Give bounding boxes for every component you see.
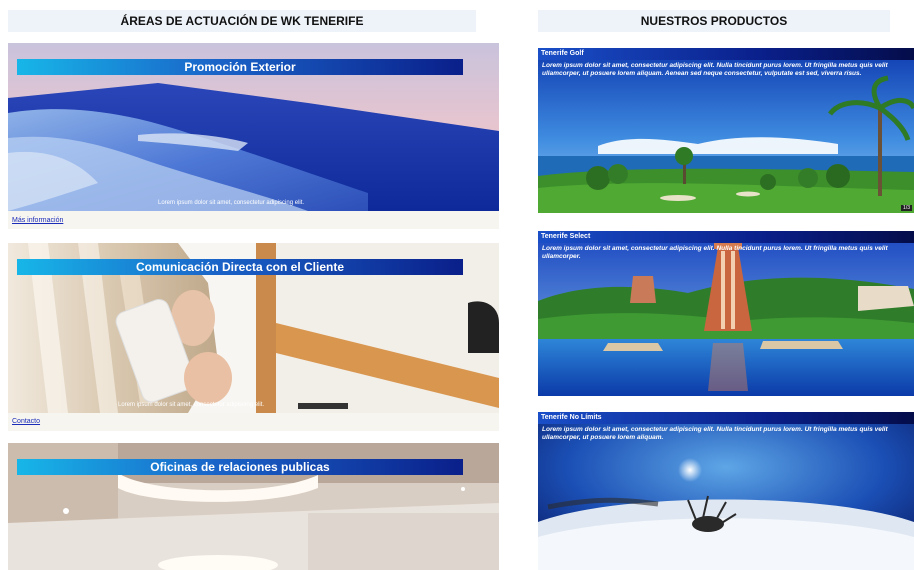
product-title: Tenerife Golf [538, 48, 914, 60]
product-title: Tenerife No Límits [538, 412, 914, 424]
area-card-oficinas-relaciones[interactable]: Oficinas de relaciones publicas [8, 443, 499, 570]
product-card-tenerife-select[interactable]: Tenerife Select Lorem ipsum dolor sit am… [538, 231, 914, 396]
link-bar [8, 413, 499, 431]
area-card-comunicacion-directa[interactable]: Comunicación Directa con el Cliente Lore… [8, 243, 499, 413]
area-caption: Lorem ipsum dolor sit amet, consectetur … [158, 200, 305, 206]
product-title: Tenerife Select [538, 231, 914, 243]
area-banner-title: Comunicación Directa con el Cliente [17, 259, 463, 275]
product-card-tenerife-golf[interactable]: Tenerife Golf Lorem ipsum dolor sit amet… [538, 48, 914, 213]
link-bar [8, 211, 499, 229]
products-section-title: NUESTROS PRODUCTOS [538, 10, 890, 32]
areas-section-title: ÁREAS DE ACTUACIÓN DE WK TENERIFE [8, 10, 476, 32]
product-description: Lorem ipsum dolor sit amet, consectetur … [542, 426, 888, 441]
product-description: Lorem ipsum dolor sit amet, consectetur … [542, 245, 888, 260]
product-card-tenerife-no-limits[interactable]: Tenerife No Límits Lorem ipsum dolor sit… [538, 412, 914, 570]
more-info-link[interactable]: Más información [12, 217, 63, 224]
slide-counter: 1/3 [901, 205, 912, 211]
area-banner-title: Promoción Exterior [17, 59, 463, 75]
area-card-promocion-exterior[interactable]: Promoción Exterior Lorem ipsum dolor sit… [8, 43, 499, 211]
contact-link[interactable]: Contacto [12, 418, 40, 425]
area-banner-title: Oficinas de relaciones publicas [17, 459, 463, 475]
area-caption: Lorem ipsum dolor sit amet, consectetur … [118, 402, 265, 408]
product-description: Lorem ipsum dolor sit amet, consectetur … [542, 62, 888, 77]
